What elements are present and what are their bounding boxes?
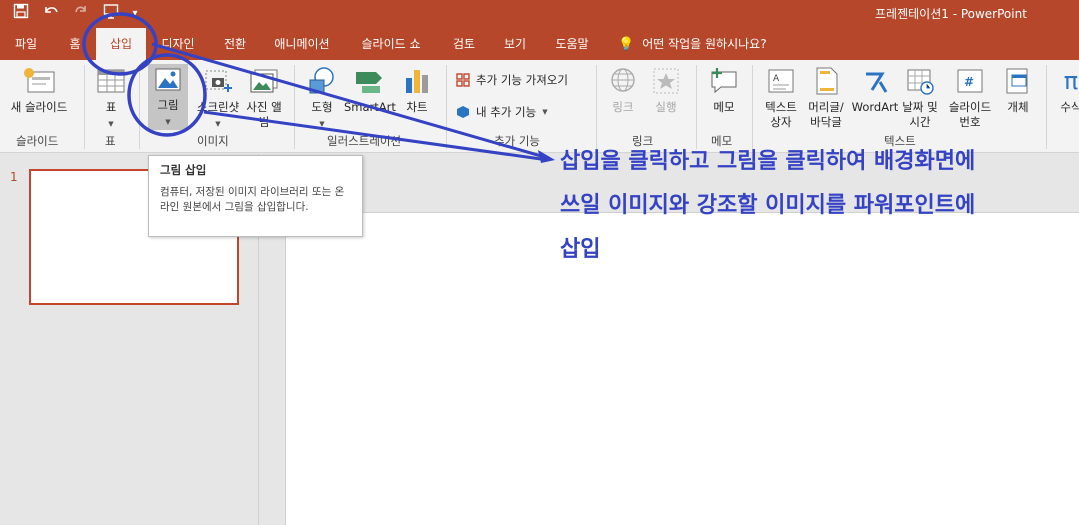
chevron-down-icon: ▼ xyxy=(319,120,325,128)
group-divider xyxy=(696,65,697,149)
tab-slideshow[interactable]: 슬라이드 쇼 xyxy=(348,28,434,60)
object-button[interactable]: 개체 xyxy=(1000,66,1036,115)
chevron-down-icon: ▼ xyxy=(542,108,548,116)
group-divider xyxy=(294,65,295,149)
table-button[interactable]: 표 ▼ xyxy=(94,66,128,132)
save-icon[interactable] xyxy=(8,3,34,25)
smartart-button[interactable]: SmartArt xyxy=(344,66,396,115)
tab-review[interactable]: 검토 xyxy=(442,28,486,60)
calendar-icon xyxy=(907,69,934,95)
tab-animations[interactable]: 애니메이션 xyxy=(264,28,340,60)
tab-help[interactable]: 도움말 xyxy=(544,28,600,60)
present-icon[interactable] xyxy=(98,3,124,25)
new-slide-button[interactable]: 새 슬라이드 xyxy=(6,66,72,115)
link-button[interactable]: 링크 xyxy=(606,66,640,115)
lightbulb-icon: 💡 xyxy=(618,37,635,52)
date-time-button[interactable]: 날짜 및 시간 xyxy=(900,66,940,130)
equation-button[interactable]: π 수식 xyxy=(1056,66,1079,115)
title-bar: ▾ 프레젠테이션1 - PowerPoint xyxy=(0,0,1079,28)
group-label-table: 표 xyxy=(105,134,116,148)
chevron-down-icon: ▼ xyxy=(108,120,114,128)
store-icon xyxy=(456,73,470,87)
group-divider xyxy=(596,65,597,149)
wordart-icon xyxy=(866,72,888,93)
textbox-button[interactable]: A 텍스트 상자 xyxy=(760,66,802,130)
tab-home[interactable]: 홈 xyxy=(60,28,90,60)
tell-me-label: 어떤 작업을 원하시나요? xyxy=(642,37,767,51)
group-divider xyxy=(84,65,85,149)
header-footer-button[interactable]: 머리글/ 바닥글 xyxy=(804,66,848,130)
shapes-button[interactable]: 도형 ▼ xyxy=(302,66,342,132)
group-label-images: 이미지 xyxy=(197,134,229,148)
tab-file[interactable]: 파일 xyxy=(6,28,46,60)
picture-button[interactable]: 그림 ▼ xyxy=(148,64,188,130)
undo-icon[interactable] xyxy=(38,3,64,25)
ribbon-tabs: 파일 홈 삽입 디자인 전환 애니메이션 슬라이드 쇼 검토 보기 도움말 💡 어… xyxy=(0,28,1079,60)
annotation-line: 삽입 xyxy=(560,237,601,262)
comment-icon xyxy=(711,68,737,94)
screenshot-icon xyxy=(205,70,232,92)
group-divider xyxy=(446,65,447,149)
annotation-text: 삽입을 클릭하고 그림을 클릭하여 배경화면에 쓰일 이미지와 강조할 이미지를… xyxy=(560,140,1070,272)
svg-text:#: # xyxy=(964,75,974,89)
object-icon xyxy=(1006,68,1028,94)
tab-view[interactable]: 보기 xyxy=(494,28,536,60)
group-divider xyxy=(139,65,140,149)
table-icon xyxy=(97,69,125,93)
group-divider xyxy=(752,65,753,149)
comment-button[interactable]: 메모 xyxy=(704,66,744,115)
group-divider xyxy=(1046,65,1047,149)
chevron-down-icon: ▼ xyxy=(165,118,171,126)
header-footer-icon xyxy=(816,67,838,95)
customize-qat-icon[interactable]: ▾ xyxy=(128,3,142,25)
screenshot-button[interactable]: 스크린샷 ▼ xyxy=(192,66,244,132)
textbox-icon: A xyxy=(768,69,794,93)
slide-number-icon: # xyxy=(957,69,983,93)
tab-design[interactable]: 디자인 xyxy=(152,28,204,60)
annotation-line: 쓰일 이미지와 강조할 이미지를 파워포인트에 xyxy=(560,193,976,218)
new-slide-icon xyxy=(24,68,55,93)
tab-transitions[interactable]: 전환 xyxy=(212,28,258,60)
picture-tooltip: 그림 삽입 컴퓨터, 저장된 이미지 라이브러리 또는 온라인 원본에서 그림을… xyxy=(148,155,363,237)
tooltip-body: 컴퓨터, 저장된 이미지 라이브러리 또는 온라인 원본에서 그림을 삽입합니다… xyxy=(160,186,345,213)
tab-insert[interactable]: 삽입 xyxy=(96,28,146,60)
group-label-slides: 슬라이드 xyxy=(16,134,59,148)
pi-icon: π xyxy=(1063,67,1079,95)
addins-cube-icon xyxy=(457,106,469,118)
picture-icon xyxy=(155,68,181,91)
svg-text:A: A xyxy=(773,74,780,84)
slide-number: 1 xyxy=(10,170,18,184)
redo-icon[interactable] xyxy=(68,3,94,25)
photo-album-icon xyxy=(250,69,278,93)
my-addins-button[interactable]: 내 추가 기능 ▼ xyxy=(456,104,548,120)
slide-number-button[interactable]: # 슬라이드 번호 xyxy=(942,66,998,130)
get-addins-button[interactable]: 추가 기능 가져오기 xyxy=(456,72,568,88)
group-label-illustrations: 일러스트레이션 xyxy=(327,134,402,148)
photo-album-button[interactable]: 사진 앨범 xyxy=(246,66,282,130)
globe-icon xyxy=(611,68,635,92)
chart-icon xyxy=(406,70,428,93)
tell-me-search[interactable]: 💡 어떤 작업을 원하시나요? xyxy=(618,28,767,60)
shapes-icon xyxy=(309,67,334,94)
window-title: 프레젠테이션1 - PowerPoint xyxy=(875,7,1027,21)
smartart-icon xyxy=(356,72,382,93)
tooltip-title: 그림 삽입 xyxy=(160,163,207,177)
quick-access-toolbar: ▾ xyxy=(8,3,142,25)
wordart-button[interactable]: WordArt xyxy=(850,66,900,115)
star-icon xyxy=(653,68,679,94)
annotation-line: 삽입을 클릭하고 그림을 클릭하여 배경화면에 xyxy=(560,149,976,174)
chart-button[interactable]: 차트 xyxy=(398,66,436,115)
chevron-down-icon: ▼ xyxy=(215,120,221,128)
action-button[interactable]: 실행 xyxy=(648,66,684,115)
group-label-addins: 추가 기능 xyxy=(494,134,540,148)
